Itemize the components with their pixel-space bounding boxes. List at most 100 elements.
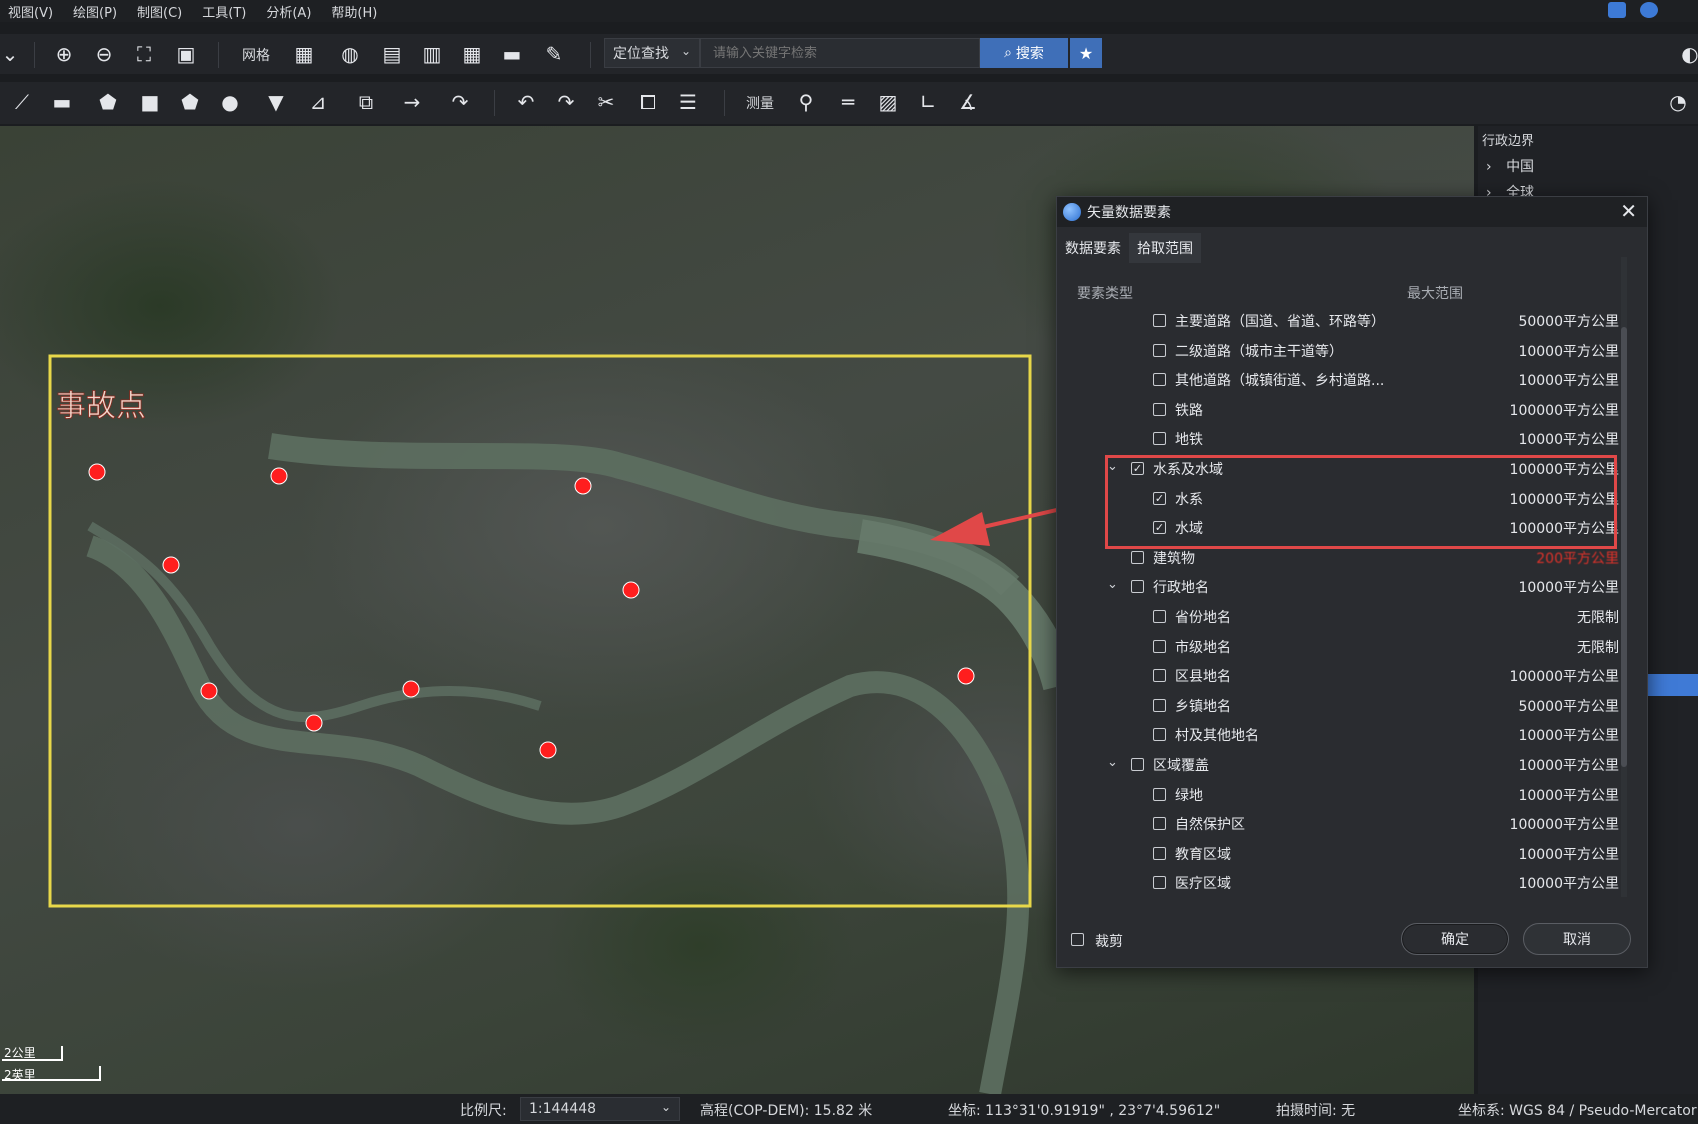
accident-point[interactable] <box>88 463 106 481</box>
full-extent-icon[interactable]: ▣ <box>172 40 200 68</box>
menu-view[interactable]: 视图(V) <box>8 2 53 21</box>
menu-draw[interactable]: 绘图(P) <box>73 2 117 21</box>
feature-checkbox[interactable] <box>1153 728 1166 742</box>
feature-row[interactable]: 乡镇地名 50000平方公里 <box>1057 692 1627 720</box>
feature-row[interactable]: ⌄ 区域覆盖 10000平方公里 <box>1057 751 1627 779</box>
tab-pick-range[interactable]: 拾取范围 <box>1129 233 1201 263</box>
feature-checkbox[interactable] <box>1153 610 1166 623</box>
feature-checkbox[interactable] <box>1153 343 1166 357</box>
redo-icon[interactable]: ↷ <box>552 88 580 116</box>
copy-icon[interactable]: ⧠ <box>634 88 662 116</box>
cone-tool-icon[interactable]: ▼ <box>262 88 290 116</box>
scrollbar-thumb[interactable] <box>1621 327 1627 767</box>
distance-icon[interactable]: ═ <box>834 88 862 116</box>
help-circle-icon[interactable]: ◐ <box>1676 40 1698 68</box>
feature-row[interactable]: 其他道路（城镇街道、乡村道路... 10000平方公里 <box>1057 366 1627 394</box>
feature-row[interactable]: 村及其他地名 10000平方公里 <box>1057 721 1627 749</box>
menu-analysis[interactable]: 分析(A) <box>266 2 311 21</box>
accident-point[interactable] <box>305 714 323 732</box>
line-tool-icon[interactable]: ⟋ <box>8 88 36 116</box>
feature-checkbox[interactable] <box>1153 669 1166 683</box>
undo-icon[interactable]: ↶ <box>512 88 540 116</box>
scissors-icon[interactable]: ✂ <box>592 88 620 116</box>
feature-checkbox[interactable] <box>1153 639 1166 653</box>
globe-icon[interactable]: ◍ <box>336 40 364 68</box>
feature-row[interactable]: 省份地名 无限制 <box>1057 603 1627 631</box>
feature-row[interactable]: 区县地名 100000平方公里 <box>1057 662 1627 690</box>
dropdown-chevron-icon[interactable]: ⌄ <box>0 40 24 68</box>
tile-layer-icon[interactable]: ▤ <box>378 40 406 68</box>
feature-row[interactable]: 绿地 10000平方公里 <box>1057 781 1627 809</box>
circle-tool-icon[interactable]: ● <box>216 88 244 116</box>
ok-button[interactable]: 确定 <box>1401 923 1509 955</box>
feature-row[interactable]: 地铁 10000平方公里 <box>1057 425 1627 453</box>
feature-checkbox[interactable] <box>1153 432 1166 446</box>
close-icon[interactable]: ✕ <box>1620 199 1637 223</box>
area-icon[interactable]: ▨ <box>874 88 902 116</box>
grid-label[interactable]: 网格 <box>242 45 270 65</box>
square-tool-icon[interactable]: ■ <box>136 88 164 116</box>
crs-readout[interactable]: 坐标系: WGS 84 / Pseudo-Mercator <box>1458 1100 1697 1120</box>
search-input[interactable] <box>700 38 980 68</box>
feature-row[interactable]: 铁路 100000平方公里 <box>1057 396 1627 424</box>
chevron-down-icon[interactable]: ⌄ <box>1107 755 1118 770</box>
folder-icon[interactable]: ▬ <box>498 40 526 68</box>
fit-view-icon[interactable]: ⛶ <box>130 40 158 68</box>
feature-row[interactable]: ⌄ 行政地名 10000平方公里 <box>1057 573 1627 601</box>
tile-layer-2-icon[interactable]: ▥ <box>418 40 446 68</box>
chevron-down-icon[interactable]: ⌄ <box>1107 577 1118 592</box>
menu-help[interactable]: 帮助(H) <box>331 2 377 21</box>
tree-item-china[interactable]: › 中国 <box>1486 156 1534 176</box>
zoom-out-icon[interactable]: ⊖ <box>90 40 118 68</box>
slope-tool-icon[interactable]: ⊿ <box>304 88 332 116</box>
search-button[interactable]: ⌕ 搜索 <box>980 38 1068 68</box>
tab-data-features[interactable]: 数据要素 <box>1057 233 1129 263</box>
location-pin-icon[interactable]: ⚲ <box>792 88 820 116</box>
feature-checkbox[interactable] <box>1153 846 1166 860</box>
feature-row[interactable]: 医疗区域 10000平方公里 <box>1057 869 1627 897</box>
feature-checkbox[interactable] <box>1153 314 1166 327</box>
feature-row[interactable]: 自然保护区 100000平方公里 <box>1057 810 1627 838</box>
properties-icon[interactable]: ☰ <box>674 88 702 116</box>
feature-checkbox[interactable] <box>1153 373 1166 387</box>
user-icon[interactable] <box>1640 2 1658 18</box>
feature-checkbox[interactable] <box>1131 550 1144 564</box>
accident-point[interactable] <box>574 477 592 495</box>
height-icon[interactable]: ∟ <box>914 88 942 116</box>
menu-cartography[interactable]: 制图(C) <box>137 2 182 21</box>
tile-layer-3-icon[interactable]: ▦ <box>458 40 486 68</box>
feature-checkbox[interactable] <box>1153 876 1166 890</box>
clip-checkbox[interactable] <box>1071 933 1084 946</box>
feature-checkbox[interactable] <box>1153 817 1166 831</box>
favorite-star-button[interactable]: ★ <box>1070 38 1102 68</box>
feature-row[interactable]: 二级道路（城市主干道等） 10000平方公里 <box>1057 337 1627 365</box>
accident-point[interactable] <box>539 741 557 759</box>
brush-icon[interactable]: ✎ <box>540 40 568 68</box>
scale-select[interactable]: 1:144448 ⌄ <box>520 1097 680 1121</box>
text-box-tool-icon[interactable]: ⧉ <box>352 88 380 116</box>
feature-checkbox[interactable] <box>1131 758 1144 771</box>
menu-tools[interactable]: 工具(T) <box>202 2 246 21</box>
pentagon-tool-icon[interactable]: ⬟ <box>176 88 204 116</box>
rectangle-tool-icon[interactable]: ▬ <box>48 88 76 116</box>
message-icon[interactable] <box>1608 2 1626 18</box>
accident-point[interactable] <box>622 581 640 599</box>
feature-checkbox[interactable] <box>1153 698 1166 712</box>
zoom-in-icon[interactable]: ⊕ <box>50 40 78 68</box>
angle-icon[interactable]: ∡ <box>954 88 982 116</box>
panel-selected-bar[interactable] <box>1646 674 1698 696</box>
feature-checkbox[interactable] <box>1131 580 1144 594</box>
curve-arrow-tool-icon[interactable]: ↷ <box>446 88 474 116</box>
grid-icon[interactable]: ▦ <box>290 40 318 68</box>
feature-checkbox[interactable] <box>1153 787 1166 801</box>
accident-point[interactable] <box>957 667 975 685</box>
arrow-tool-icon[interactable]: → <box>398 88 426 116</box>
measure-label[interactable]: 测量 <box>746 93 774 113</box>
locate-dropdown[interactable]: 定位查找 ⌄ <box>604 38 700 68</box>
accident-point[interactable] <box>200 682 218 700</box>
layers-icon[interactable]: ◔ <box>1664 88 1692 116</box>
feature-row[interactable]: 市级地名 无限制 <box>1057 633 1627 661</box>
eraser-tool-icon[interactable]: ⬟ <box>94 88 122 116</box>
accident-point[interactable] <box>162 556 180 574</box>
accident-point[interactable] <box>270 467 288 485</box>
